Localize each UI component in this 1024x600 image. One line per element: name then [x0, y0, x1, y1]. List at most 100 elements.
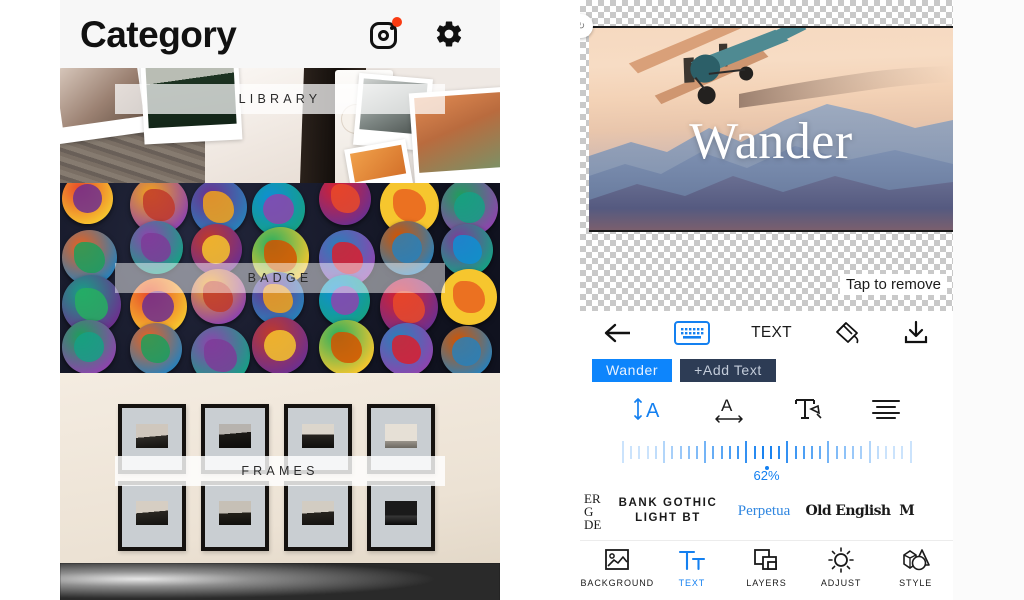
value-slider[interactable]: 62% — [580, 435, 953, 483]
panel-gap — [500, 0, 580, 600]
badge-item-art — [391, 334, 422, 365]
slider-tick — [876, 445, 879, 459]
slider-tick — [786, 441, 789, 463]
slider-tick — [720, 445, 723, 459]
badge-item — [319, 320, 375, 373]
slider-tick — [811, 445, 814, 459]
badge-item-art — [453, 191, 486, 224]
text-layer-chip-wander[interactable]: Wander — [592, 358, 673, 382]
badge-item-art — [331, 332, 363, 363]
badge-item-art — [141, 334, 171, 364]
editor-canvas[interactable]: ↻ Wander Tap to remove — [580, 0, 953, 311]
font-option-bank-gothic[interactable]: BANK GOTHIC LIGHT BT — [612, 496, 724, 526]
slider-tick — [687, 445, 690, 459]
picture-frame — [201, 481, 269, 551]
badge-item — [62, 183, 113, 224]
badge-item-art — [142, 290, 175, 323]
slider-tick — [901, 445, 904, 459]
badge-item-art — [452, 235, 482, 265]
category-library[interactable]: LIBRARY — [60, 68, 500, 183]
category-badge[interactable]: BADGE — [60, 183, 500, 373]
slider-tick — [868, 441, 871, 463]
category-partial-next[interactable] — [60, 563, 500, 600]
nav-label: ADJUST — [820, 578, 862, 588]
editor-toolbar: TEXT — [580, 311, 953, 355]
slider-tick — [737, 445, 740, 459]
color-picker-icon[interactable] — [833, 320, 861, 346]
slider-tick — [769, 445, 772, 459]
slider-tick — [778, 445, 781, 459]
font-option-line: BANK GOTHIC — [618, 497, 718, 509]
tap-to-remove-hint[interactable]: Tap to remove — [839, 274, 947, 295]
biplane — [628, 28, 807, 105]
font-option-old-english[interactable]: Old English — [804, 503, 892, 519]
notification-dot — [392, 17, 402, 27]
picture-frame — [118, 481, 186, 551]
slider-tick — [671, 445, 674, 459]
sun-icon — [828, 547, 854, 573]
slider-tick — [835, 445, 838, 459]
badge-item-art — [393, 290, 426, 324]
image-icon — [605, 549, 630, 570]
slider-ruler[interactable] — [622, 439, 912, 465]
library-polaroid-photo — [349, 144, 407, 183]
badge-item — [441, 326, 492, 373]
add-text-chip[interactable]: +Add Text — [680, 358, 776, 382]
partial-artwork — [60, 563, 500, 600]
slider-tick — [860, 445, 863, 459]
badge-item-art — [74, 242, 105, 273]
badge-item-art — [452, 337, 481, 366]
category-frames[interactable]: FRAMES — [60, 373, 500, 563]
slider-value-label: 62% — [753, 468, 780, 483]
nav-text[interactable]: TEXT — [655, 547, 729, 588]
badge-item — [380, 323, 434, 373]
text-format-icons: A A — [580, 389, 953, 429]
canvas-text-layer[interactable]: Wander — [589, 116, 953, 168]
nav-label: TEXT — [678, 578, 706, 588]
font-option-perpetua[interactable]: Perpetua — [724, 503, 804, 520]
nav-adjust[interactable]: ADJUST — [804, 547, 878, 588]
slider-tick — [704, 441, 707, 463]
letter-spacing-icon[interactable]: A — [712, 394, 746, 424]
canvas-photo[interactable]: Wander — [589, 26, 953, 232]
nav-background[interactable]: BACKGROUND — [580, 547, 654, 588]
text-tt-icon — [678, 550, 705, 571]
slider-tick — [893, 445, 896, 459]
slider-tick — [712, 445, 715, 459]
font-size-icon[interactable]: A — [631, 396, 665, 422]
instagram-icon[interactable] — [370, 17, 402, 49]
nav-layers[interactable]: LAYERS — [729, 547, 803, 588]
editor-right-filler — [953, 0, 1024, 600]
back-arrow-icon[interactable] — [604, 322, 632, 344]
font-picker[interactable]: ER G DE BANK GOTHIC LIGHT BT Perpetua Old … — [580, 487, 953, 535]
svg-text:A: A — [646, 400, 660, 422]
picture-frame-photo — [219, 424, 251, 448]
slider-tick — [827, 441, 830, 463]
keyboard-icon[interactable] — [673, 321, 710, 345]
picture-frame-photo — [302, 501, 334, 525]
download-icon[interactable] — [903, 320, 929, 346]
text-style-icon[interactable] — [793, 395, 823, 423]
layers-icon — [754, 549, 778, 570]
font-option-partial-right[interactable]: M — [892, 503, 922, 519]
badge-item-art — [142, 188, 175, 222]
font-option-partial-left[interactable]: ER G DE — [580, 492, 612, 531]
badge-item — [441, 269, 497, 325]
badge-item-art — [392, 232, 423, 263]
badge-item — [251, 317, 309, 373]
toolbar-text-label[interactable]: TEXT — [751, 324, 792, 342]
left-margin — [0, 0, 60, 600]
slider-tick — [753, 445, 756, 459]
picture-frame-photo — [136, 501, 168, 525]
page-title: Category — [80, 13, 237, 55]
nav-style[interactable]: STYLE — [879, 547, 953, 588]
badge-item — [129, 323, 182, 373]
slider-tick — [654, 445, 657, 459]
photo-editor-panel: ↻ Wander Tap to remove TEXT Wander +Add … — [580, 0, 1024, 600]
slider-tick — [819, 445, 822, 459]
text-align-icon[interactable] — [870, 397, 902, 421]
slider-tick — [885, 445, 887, 459]
slider-tick — [646, 445, 649, 459]
gear-icon[interactable] — [434, 19, 464, 49]
badge-item — [319, 183, 372, 225]
